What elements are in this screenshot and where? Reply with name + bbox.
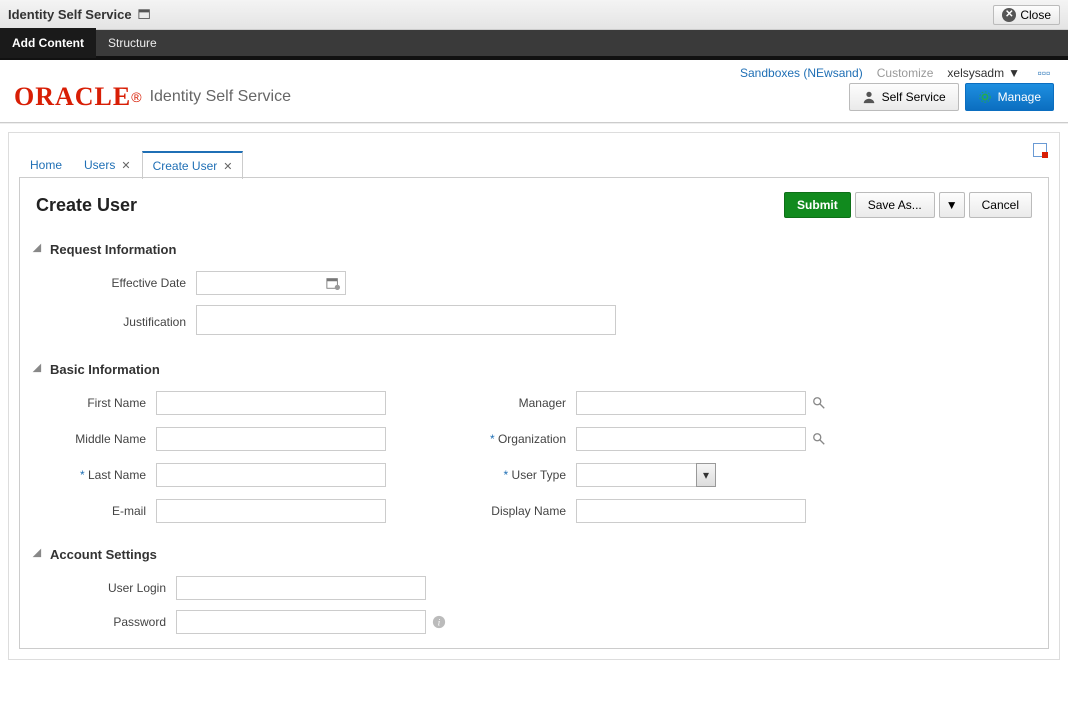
last-name-input[interactable] [156,463,386,487]
submit-button[interactable]: Submit [784,192,851,218]
calendar-icon[interactable] [326,276,340,290]
label-user-type: User Type [456,468,576,482]
label-display-name: Display Name [456,504,576,518]
brand-subtitle: Identity Self Service [150,88,291,106]
section-basic-info: Basic Information First Name Middle Name… [36,362,1032,523]
edit-page-icon[interactable] [138,8,152,22]
label-manager: Manager [456,396,576,410]
tab-body: Create User Submit Save As... ▼ Cancel R… [19,178,1049,649]
email-input[interactable] [156,499,386,523]
justification-input[interactable] [196,305,616,335]
manager-input[interactable] [576,391,806,415]
self-service-label: Self Service [882,90,946,104]
info-icon[interactable]: i [426,615,456,629]
tab-add-content[interactable]: Add Content [0,28,96,58]
manage-button[interactable]: Manage [965,83,1054,111]
brand-row: ORACLE® Identity Self Service Self Servi… [0,80,1068,122]
username-label: xelsysadm [947,66,1004,80]
close-label: Close [1020,8,1051,22]
user-menu[interactable]: xelsysadm ▼ [947,66,1020,80]
page-head: Create User Submit Save As... ▼ Cancel [36,192,1032,218]
section-request-info: Request Information Effective Date Justi… [36,242,1032,338]
label-middle-name: Middle Name [36,432,156,446]
person-icon [862,90,876,104]
label-user-login: User Login [36,581,176,595]
content-wrap: Home Users ✕ Create User ✕ Create User S… [8,132,1060,660]
label-justification: Justification [56,315,196,329]
tab-users[interactable]: Users ✕ [73,151,142,178]
basic-left-col: First Name Middle Name Last Name E-mail [36,391,416,523]
label-last-name: Last Name [36,468,156,482]
user-login-input[interactable] [176,576,426,600]
label-effective-date: Effective Date [56,276,196,290]
header-links: Sandboxes (NEwsand) Customize xelsysadm … [0,60,1068,80]
chevron-down-icon: ▼ [1008,66,1020,80]
manage-label: Manage [998,90,1041,104]
request-form: Effective Date Justification [56,271,1032,338]
close-icon[interactable]: ✕ [223,160,232,173]
effective-date-input[interactable] [196,271,346,295]
sandboxes-link[interactable]: Sandboxes (NEwsand) [740,66,863,80]
section-header-account[interactable]: Account Settings [36,547,1032,562]
search-icon[interactable] [806,432,836,446]
page-title: Create User [36,195,137,216]
account-form: User Login Password i [36,576,1032,634]
label-password: Password [36,615,176,629]
chevron-down-icon[interactable]: ▾ [696,463,716,487]
customize-link[interactable]: Customize [877,66,934,80]
tab-home[interactable]: Home [19,151,73,178]
collapse-icon [33,363,46,376]
accessibility-icon[interactable]: ▫▫▫ [1034,68,1054,78]
gear-icon [978,90,992,104]
display-name-input[interactable] [576,499,806,523]
tabs-close-all-icon[interactable] [1033,143,1047,157]
svg-text:i: i [438,618,441,629]
close-button[interactable]: ✕ Close [993,5,1060,25]
cancel-button[interactable]: Cancel [969,192,1032,218]
close-icon: ✕ [1002,8,1016,22]
top-bar: Identity Self Service ✕ Close [0,0,1068,30]
label-first-name: First Name [36,396,156,410]
collapse-icon [33,243,46,256]
label-organization: Organization [456,432,576,446]
tab-structure[interactable]: Structure [96,28,169,58]
edit-toolbar: Add Content Structure [0,30,1068,60]
first-name-input[interactable] [156,391,386,415]
close-icon[interactable]: ✕ [121,159,130,172]
tabs-row: Home Users ✕ Create User ✕ [9,133,1059,178]
save-as-button[interactable]: Save As... [855,192,935,218]
oracle-logo: ORACLE [14,82,131,112]
section-account-settings: Account Settings User Login Password i [36,547,1032,634]
save-as-dropdown[interactable]: ▼ [939,192,965,218]
search-icon[interactable] [806,396,836,410]
middle-name-input[interactable] [156,427,386,451]
user-type-select[interactable] [576,463,716,487]
tab-create-user[interactable]: Create User ✕ [142,151,244,179]
section-header-basic[interactable]: Basic Information [36,362,1032,377]
label-email: E-mail [36,504,156,518]
collapse-icon [33,548,46,561]
basic-right-col: Manager Organization User Type ▾ Display… [456,391,836,523]
organization-input[interactable] [576,427,806,451]
section-header-request[interactable]: Request Information [36,242,1032,257]
password-input[interactable] [176,610,426,634]
self-service-button[interactable]: Self Service [849,83,959,111]
app-title: Identity Self Service [8,7,132,22]
